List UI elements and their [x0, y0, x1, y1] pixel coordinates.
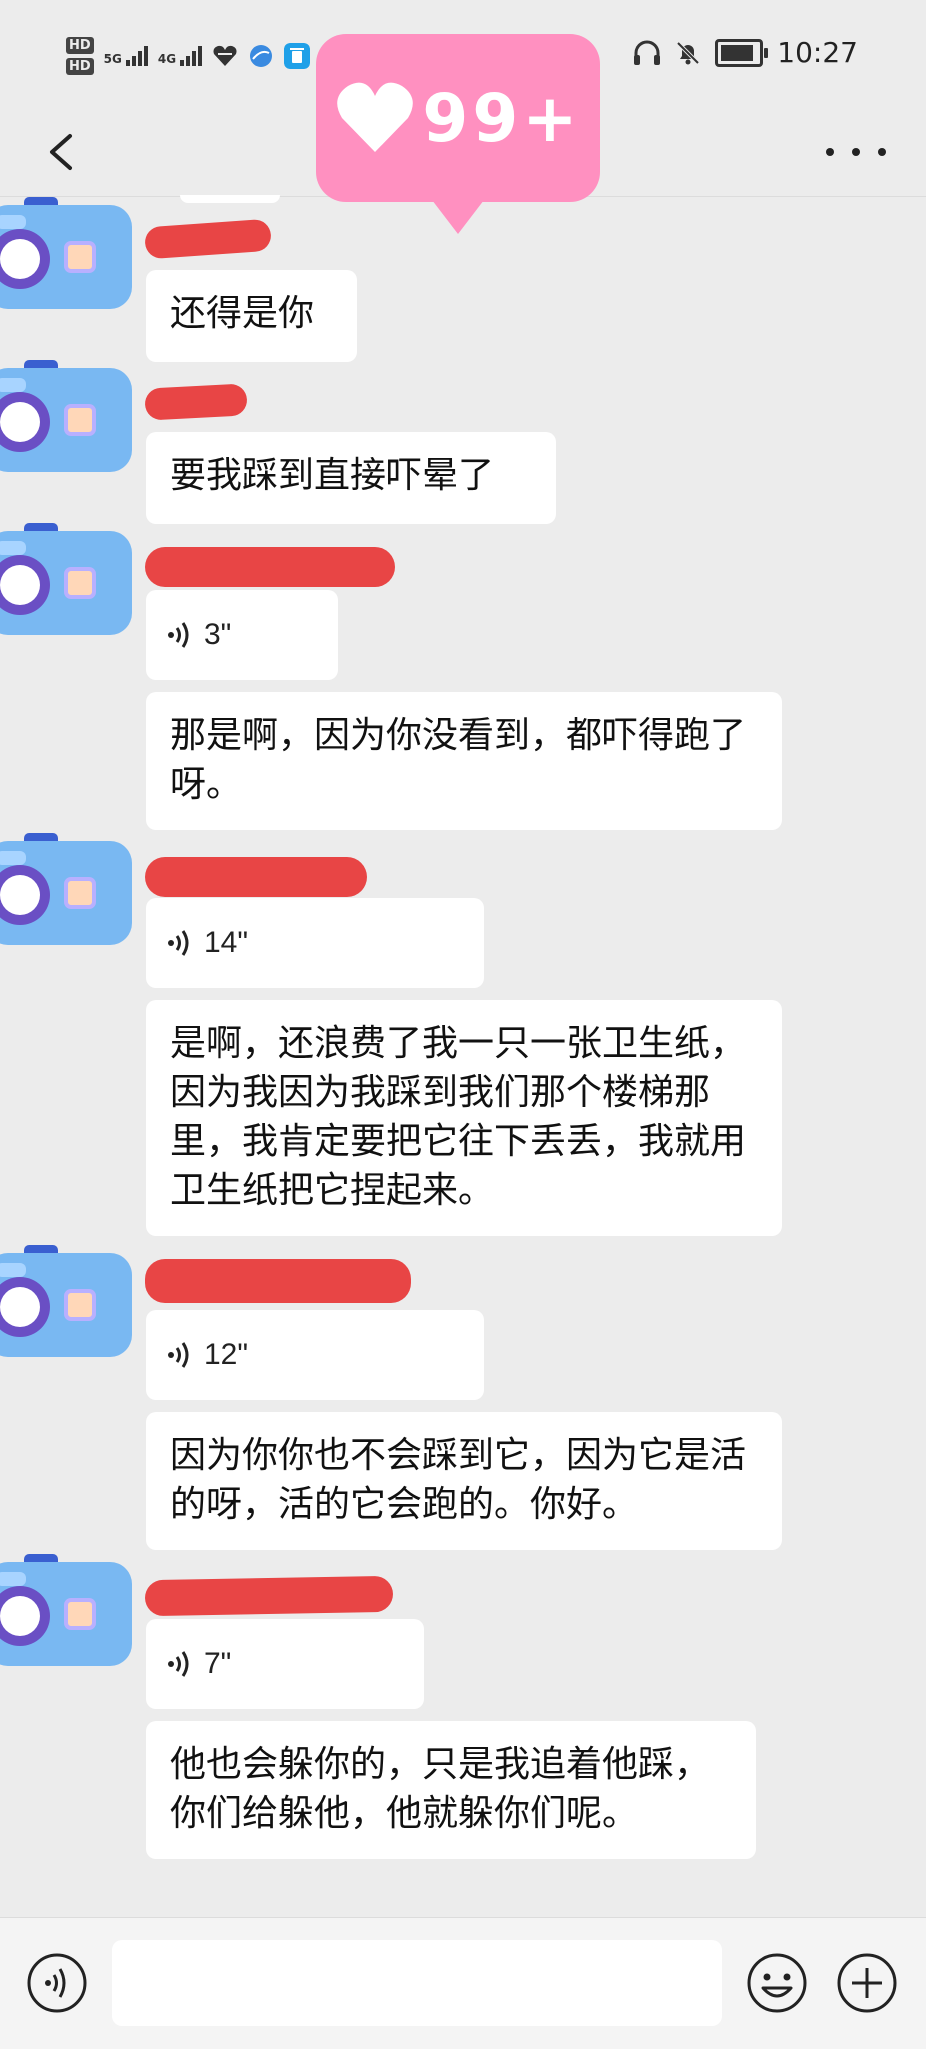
text-message[interactable]: 那是啊，因为你没看到，都吓得跑了呀。	[146, 692, 782, 830]
message-text: 还得是你	[170, 293, 315, 334]
camera-avatar-icon[interactable]	[0, 833, 144, 953]
cleaner-app-icon	[284, 43, 311, 69]
text-message[interactable]: 要我踩到直接吓晕了	[146, 432, 556, 524]
redacted-sender-name	[145, 857, 367, 897]
message-text: 要我踩到直接吓晕了	[170, 455, 495, 496]
previous-bubble-edge	[180, 195, 280, 203]
text-message[interactable]: 还得是你	[146, 270, 357, 362]
voice-message[interactable]: 3"	[146, 590, 338, 680]
hd-badge-2: HD	[66, 58, 94, 75]
hd-indicators: HD HD	[66, 37, 94, 75]
message-text: 是啊，还浪费了我一只一张卫生纸，因为我因为我踩到我们那个楼梯那里，我肯定要把它往…	[170, 1023, 747, 1211]
signal-bar	[143, 46, 148, 66]
bell-muted-icon	[676, 41, 700, 64]
status-right: 10:27	[633, 36, 858, 69]
message-text: 那是啊，因为你没看到，都吓得跑了呀。	[170, 715, 747, 805]
message-input[interactable]	[112, 1940, 722, 2026]
text-message[interactable]: 因为你你也不会踩到它，因为它是活的呀，活的它会跑的。你好。	[146, 1412, 782, 1550]
signal-bar	[125, 60, 130, 66]
hd-badge-1: HD	[66, 37, 94, 54]
voice-wave-icon	[168, 930, 189, 956]
signal-bar	[180, 60, 185, 66]
more-dots-icon[interactable]	[826, 130, 886, 174]
camera-avatar-icon[interactable]	[0, 360, 144, 480]
voice-message[interactable]: 14"	[146, 898, 484, 988]
voice-duration: 3"	[204, 618, 232, 651]
voice-duration: 12"	[204, 1338, 249, 1371]
dot	[878, 148, 886, 156]
network-label-2: 4G	[157, 52, 177, 66]
camera-avatar-icon[interactable]	[0, 1554, 144, 1674]
likes-badge: 99+	[316, 34, 600, 234]
redacted-sender-name	[145, 1259, 411, 1303]
status-left: HD HD 5G 4G	[66, 30, 311, 82]
voice-duration: 14"	[204, 926, 249, 959]
badge-count: 99+	[422, 79, 582, 157]
text-message[interactable]: 他也会躲你的，只是我追着他踩，你们给躲他，他就躲你们呢。	[146, 1721, 756, 1859]
voice-duration: 7"	[204, 1647, 232, 1680]
dot	[826, 148, 834, 156]
redacted-sender-name	[145, 547, 395, 587]
heart-icon	[337, 82, 414, 152]
signal-bar	[192, 51, 197, 66]
input-bar	[0, 1917, 926, 2049]
voice-wave-icon	[168, 1651, 189, 1677]
dot	[852, 148, 860, 156]
battery-icon	[715, 38, 769, 67]
voice-wave-icon	[168, 1342, 189, 1368]
headphones-icon	[634, 40, 661, 65]
message-text: 他也会躲你的，只是我追着他踩，你们给躲他，他就躲你们呢。	[170, 1744, 711, 1834]
redacted-sender-name	[144, 218, 272, 260]
battery-level	[721, 44, 754, 61]
camera-avatar-icon[interactable]	[0, 197, 144, 317]
wifi-heart-icon	[213, 45, 237, 66]
signal-bar	[137, 51, 142, 66]
camera-avatar-icon[interactable]	[0, 523, 144, 643]
message-list[interactable]: 还得是你 要我踩到直接吓晕了 3" 那是啊，因为你没看到，都吓得跑了呀。 14"…	[0, 195, 926, 1917]
clock: 10:27	[777, 36, 858, 69]
smiley-icon[interactable]	[746, 1952, 808, 2014]
voice-message[interactable]: 7"	[146, 1619, 424, 1709]
signal-bar	[131, 56, 136, 66]
text-message[interactable]: 是啊，还浪费了我一只一张卫生纸，因为我因为我踩到我们那个楼梯那里，我肯定要把它往…	[146, 1000, 782, 1236]
signal-bar	[186, 56, 191, 66]
browser-app-icon	[250, 45, 273, 67]
camera-avatar-icon[interactable]	[0, 1245, 144, 1365]
plus-circle-icon[interactable]	[836, 1952, 898, 2014]
back-arrow-icon[interactable]	[36, 122, 86, 182]
redacted-sender-name	[144, 1575, 394, 1617]
network-label-1: 5G	[103, 52, 122, 66]
message-text: 因为你你也不会踩到它，因为它是活的呀，活的它会跑的。你好。	[170, 1435, 747, 1525]
voice-wave-icon	[168, 622, 189, 648]
voice-message[interactable]: 12"	[146, 1310, 484, 1400]
signal-4g: 4G	[157, 46, 203, 66]
voice-input-toggle-icon[interactable]	[26, 1952, 88, 2014]
redacted-sender-name	[144, 383, 248, 421]
signal-5g: 5G	[104, 46, 148, 66]
signal-bar	[198, 46, 203, 66]
